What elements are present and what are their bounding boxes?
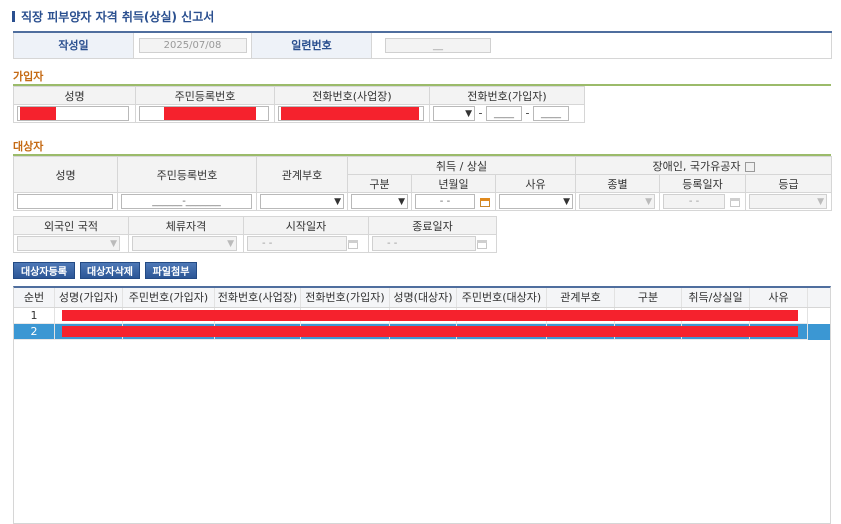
register-target-button[interactable]: 대상자등록 [13, 262, 75, 279]
subscriber-table: 성명 주민등록번호 전화번호(사업장) 전화번호(가입자) ▼ - ____ -… [13, 86, 832, 123]
list-col-no: 순번 [14, 288, 55, 307]
visa-header: 체류자격 [128, 216, 244, 235]
visa-select[interactable]: ▼ [132, 236, 237, 251]
redacted-row-data [62, 326, 798, 337]
list-col-acq-loss-date: 취득/상실일 [682, 288, 750, 307]
nationality-select[interactable]: ▼ [17, 236, 120, 251]
title-marker [12, 10, 15, 22]
calendar-icon[interactable] [729, 196, 741, 208]
list-header: 순번 성명(가입자) 주민번호(가입자) 전화번호(사업장) 전화번호(가입자)… [14, 288, 830, 308]
disabled-kind-header: 종별 [575, 174, 661, 193]
delete-target-button[interactable]: 대상자삭제 [80, 262, 140, 279]
end-date-input[interactable]: - - [372, 236, 476, 251]
disabled-veteran-checkbox[interactable] [744, 161, 755, 172]
calendar-icon[interactable] [347, 238, 359, 250]
target-list-grid: 순번 성명(가입자) 주민번호(가입자) 전화번호(사업장) 전화번호(가입자)… [13, 286, 831, 524]
phone-separator-2: - [525, 106, 530, 120]
start-date-input[interactable]: - - [247, 236, 347, 251]
written-date-field[interactable]: 2025/07/08 [138, 37, 247, 53]
row-number: 1 [14, 308, 55, 324]
attach-file-button[interactable]: 파일첨부 [145, 262, 197, 279]
list-col-target-rrn: 주민번호(대상자) [457, 288, 547, 307]
row-number: 2 [14, 324, 55, 340]
acq-loss-header: 취득 / 상실 [346, 156, 577, 175]
subscriber-phone-area-select[interactable]: ▼ [433, 106, 475, 121]
calendar-icon[interactable] [479, 196, 491, 208]
list-col-sub-rrn: 주민번호(가입자) [123, 288, 215, 307]
subscriber-section-label: 가입자 [13, 70, 44, 83]
relation-select[interactable]: ▼ [260, 194, 344, 209]
list-col-type: 구분 [615, 288, 682, 307]
serial-number-field[interactable]: __ [385, 37, 491, 53]
target-name-input[interactable] [17, 194, 113, 209]
target-table: 성명 주민등록번호 관계부호 취득 / 상실 장애인, 국가유공자 구분 년월일… [13, 156, 833, 211]
acq-type-header: 구분 [347, 174, 412, 193]
acq-reason-header: 사유 [494, 174, 577, 193]
chevron-down-icon: ▼ [227, 238, 234, 249]
acq-reason-select[interactable]: ▼ [499, 194, 573, 209]
target-rrn-input[interactable]: ______-_______ [121, 194, 252, 209]
target-section-label: 대상자 [13, 140, 44, 153]
disabled-grade-header: 등급 [745, 174, 833, 193]
chevron-down-icon: ▼ [334, 196, 341, 207]
subscriber-phone-subscriber-header: 전화번호(가입자) [429, 86, 585, 105]
subscriber-name-input[interactable] [17, 106, 129, 121]
target-name-header: 성명 [13, 156, 118, 193]
disabled-kind-select[interactable]: ▼ [579, 194, 656, 209]
written-date-label: 작성일 [13, 31, 134, 59]
redacted-row-data [62, 310, 798, 321]
table-row[interactable]: 1 [14, 308, 830, 324]
target-rrn-header: 주민등록번호 [117, 156, 257, 193]
disabled-grade-select[interactable]: ▼ [749, 194, 828, 209]
end-date-header: 종료일자 [368, 216, 497, 235]
table-row-selected[interactable]: 2 [14, 324, 830, 340]
serial-number-label: 일련번호 [251, 31, 372, 59]
chevron-down-icon: ▼ [110, 238, 117, 249]
subscriber-phone-workplace-input[interactable] [278, 106, 424, 121]
subscriber-name-header: 성명 [13, 86, 136, 105]
acq-type-select[interactable]: ▼ [351, 194, 408, 209]
list-col-reason: 사유 [750, 288, 808, 307]
start-date-header: 시작일자 [243, 216, 369, 235]
chevron-down-icon: ▼ [817, 196, 825, 207]
acq-date-header: 년월일 [411, 174, 496, 193]
list-col-sub-name: 성명(가입자) [55, 288, 123, 307]
acq-date-input[interactable]: - - [415, 194, 475, 209]
page-title-bar: 직장 피부양자 자격 취득(상실) 신고서 [12, 8, 214, 24]
foreigner-table: 외국인 국적 체류자격 시작일자 종료일자 ▼ ▼ - - - - [13, 216, 497, 253]
header-table: 작성일 2025/07/08 일련번호 __ [13, 31, 832, 59]
list-col-phone-workplace: 전화번호(사업장) [215, 288, 301, 307]
list-col-relation: 관계부호 [547, 288, 615, 307]
subscriber-phone-mid-input[interactable]: ____ [485, 106, 522, 121]
subscriber-rrn-header: 주민등록번호 [135, 86, 275, 105]
phone-separator-1: - [478, 106, 483, 120]
subscriber-rrn-input[interactable] [139, 106, 269, 121]
page-title: 직장 피부양자 자격 취득(상실) 신고서 [21, 9, 215, 24]
target-relation-header: 관계부호 [256, 156, 348, 193]
list-col-phone-subscriber: 전화번호(가입자) [301, 288, 390, 307]
chevron-down-icon: ▼ [465, 108, 472, 119]
subscriber-phone-last-input[interactable]: ____ [532, 106, 569, 121]
chevron-down-icon: ▼ [563, 196, 570, 207]
calendar-icon[interactable] [476, 238, 488, 250]
chevron-down-icon: ▼ [398, 196, 405, 207]
disabled-reg-date-input[interactable]: - - [663, 194, 726, 209]
disabled-reg-date-header: 등록일자 [659, 174, 747, 193]
nationality-header: 외국인 국적 [13, 216, 129, 235]
chevron-down-icon: ▼ [645, 196, 653, 207]
subscriber-phone-workplace-header: 전화번호(사업장) [274, 86, 430, 105]
list-col-target-name: 성명(대상자) [390, 288, 457, 307]
disabled-veteran-header: 장애인, 국가유공자 [652, 159, 741, 173]
